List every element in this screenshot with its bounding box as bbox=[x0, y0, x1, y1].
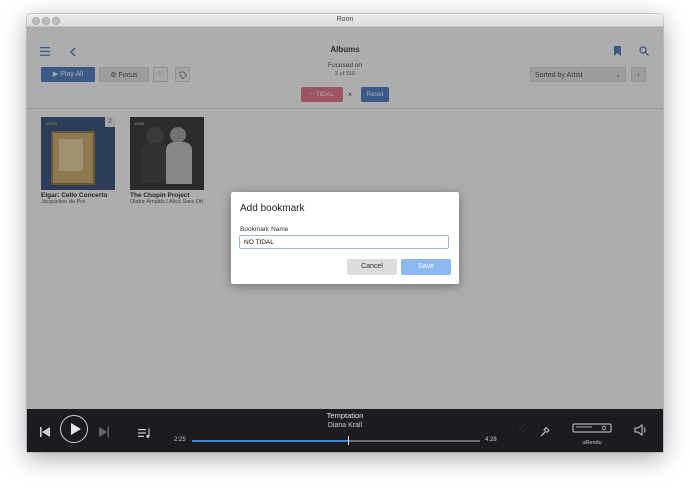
elapsed-time: 2:25 bbox=[174, 437, 186, 443]
window-title: Roon bbox=[336, 16, 354, 23]
progress-fill bbox=[192, 440, 348, 442]
total-time: 4:28 bbox=[485, 437, 497, 443]
bookmark-name-label: Bookmark Name bbox=[240, 226, 289, 233]
progress-bar[interactable] bbox=[192, 436, 480, 445]
heart-icon[interactable]: ♡ bbox=[517, 424, 529, 435]
play-button[interactable] bbox=[60, 415, 88, 443]
zone-device-icon[interactable] bbox=[571, 421, 613, 439]
title-bar: Roon bbox=[27, 14, 663, 27]
skip-forward-icon[interactable] bbox=[98, 424, 110, 442]
pin-icon[interactable] bbox=[539, 424, 551, 442]
track-title[interactable]: Temptation bbox=[257, 411, 433, 420]
bookmark-name-input[interactable] bbox=[239, 235, 449, 249]
play-icon bbox=[70, 423, 81, 435]
zone-name[interactable]: uRendu bbox=[568, 440, 616, 446]
track-artist[interactable]: Diana Krall bbox=[257, 422, 433, 429]
dialog-title: Add bookmark bbox=[240, 203, 305, 214]
player-bar: Temptation Diana Krall 2:25 4:28 ♡ uRend… bbox=[27, 409, 663, 452]
queue-icon[interactable] bbox=[137, 425, 151, 443]
add-bookmark-dialog: Add bookmark Bookmark Name Cancel Save bbox=[231, 192, 459, 284]
skip-back-icon[interactable] bbox=[39, 424, 51, 442]
cancel-button[interactable]: Cancel bbox=[347, 259, 397, 275]
volume-icon[interactable] bbox=[633, 423, 649, 441]
progress-handle[interactable] bbox=[347, 436, 349, 445]
save-button[interactable]: Save bbox=[401, 259, 451, 275]
